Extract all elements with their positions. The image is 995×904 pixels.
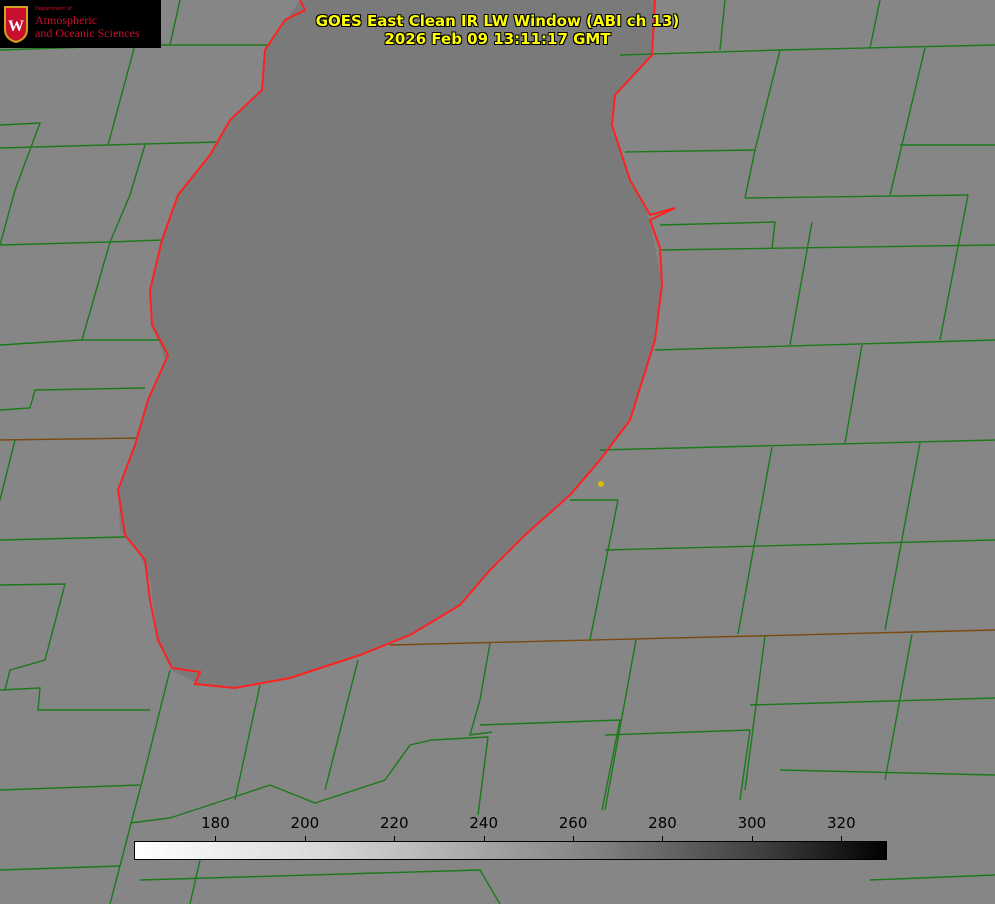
colorbar-tick-label: 300 [738, 814, 767, 832]
colorbar-tick-mark [841, 836, 842, 841]
colorbar-tick-label: 280 [648, 814, 677, 832]
colorbar-tick-mark [394, 836, 395, 841]
satellite-view: W Department of Atmospheric and Oceanic … [0, 0, 995, 904]
colorbar-tick-label: 240 [469, 814, 498, 832]
colorbar-tick-mark [215, 836, 216, 841]
colorbar-tick-mark [752, 836, 753, 841]
colorbar-tick-label: 220 [380, 814, 409, 832]
colorbar-tick-label: 260 [559, 814, 588, 832]
image-timestamp: 2026 Feb 09 13:11:17 GMT [0, 30, 995, 48]
colorbar-tick-mark [573, 836, 574, 841]
image-title: GOES East Clean IR LW Window (ABI ch 13) [0, 12, 995, 30]
colorbar-tick-label: 320 [827, 814, 856, 832]
colorbar-tick-label: 180 [201, 814, 230, 832]
colorbar-tick-mark [305, 836, 306, 841]
colorbar-tick-label: 200 [291, 814, 320, 832]
location-marker [598, 481, 604, 487]
colorbar-tick-mark [484, 836, 485, 841]
colorbar-tick-mark [662, 836, 663, 841]
satellite-map [0, 0, 995, 904]
temperature-colorbar [134, 841, 887, 860]
